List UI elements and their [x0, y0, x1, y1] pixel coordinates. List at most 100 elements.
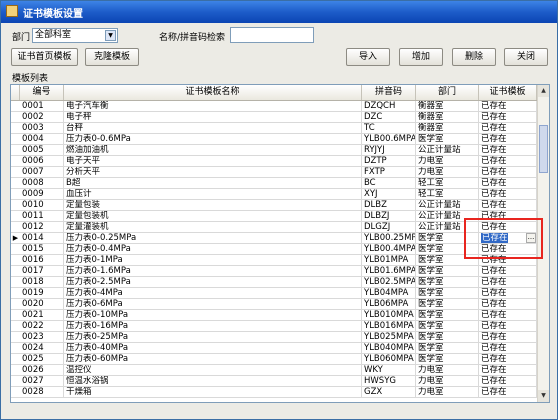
table-row[interactable]: 0012 定量灌装机 DLGZJ 公正计量站 已存在 — [11, 222, 537, 233]
cell-dept[interactable]: 力电室 — [416, 365, 479, 376]
cell-id[interactable]: 0017 — [20, 266, 64, 277]
cell-name[interactable]: B超 — [64, 178, 362, 189]
cell-id[interactable]: 0002 — [20, 112, 64, 123]
delete-button[interactable]: 删除 — [452, 48, 496, 66]
table-row[interactable]: 0025 压力表0-60MPa YLB060MPA 医学室 已存在 — [11, 354, 537, 365]
cell-name[interactable]: 燃油加油机 — [64, 145, 362, 156]
cell-template[interactable]: 已存在 — [479, 299, 537, 310]
cell-dept[interactable]: 医学室 — [416, 310, 479, 321]
cell-id[interactable]: 0021 — [20, 310, 64, 321]
cell-id[interactable]: 0010 — [20, 200, 64, 211]
cell-name[interactable]: 定量包装机 — [64, 211, 362, 222]
cell-template[interactable]: 已存在 — [479, 332, 537, 343]
cell-name[interactable]: 压力表0-60MPa — [64, 354, 362, 365]
import-button[interactable]: 导入 — [346, 48, 390, 66]
cover-template-button[interactable]: 证书首页模板 — [11, 48, 78, 66]
cell-id[interactable]: 0028 — [20, 387, 64, 398]
table-row[interactable]: 0028 干燥箱 GZX 力电室 已存在 — [11, 387, 537, 398]
cell-name[interactable]: 血压计 — [64, 189, 362, 200]
cell-template[interactable]: 已存在 — [479, 387, 537, 398]
cell-name[interactable]: 压力表0-25MPa — [64, 332, 362, 343]
table-row[interactable]: 0022 压力表0-16MPa YLB016MPA 医学室 已存在 — [11, 321, 537, 332]
cell-id[interactable]: 0011 — [20, 211, 64, 222]
cell-pinyin[interactable]: DZQCH — [362, 101, 416, 112]
cell-id[interactable]: 0026 — [20, 365, 64, 376]
table-row[interactable]: 0015 压力表0-0.4MPa YLB00.4MPA 医学室 已存在 — [11, 244, 537, 255]
cell-template[interactable]: 已存在 — [479, 123, 537, 134]
cell-name[interactable]: 压力表0-0.6MPa — [64, 134, 362, 145]
table-row[interactable]: 0018 压力表0-2.5MPa YLB02.5MPA 医学室 已存在 — [11, 277, 537, 288]
cell-id[interactable]: 0023 — [20, 332, 64, 343]
cell-name[interactable]: 压力表0-6MPa — [64, 299, 362, 310]
cell-pinyin[interactable]: RYJYJ — [362, 145, 416, 156]
cell-name[interactable]: 压力表0-16MPa — [64, 321, 362, 332]
table-row[interactable]: 0021 压力表0-10MPa YLB010MPA 医学室 已存在 — [11, 310, 537, 321]
header-template[interactable]: 证书模板 — [479, 85, 537, 100]
table-row[interactable]: 0016 压力表0-1MPa YLB01MPA 医学室 已存在 — [11, 255, 537, 266]
cell-template[interactable]: 已存在 — [479, 365, 537, 376]
cell-template[interactable]: 已存在 — [479, 343, 537, 354]
cell-pinyin[interactable]: DLBZJ — [362, 211, 416, 222]
cell-id[interactable]: 0001 — [20, 101, 64, 112]
cell-id[interactable]: 0005 — [20, 145, 64, 156]
close-button[interactable]: 关闭 — [504, 48, 548, 66]
cell-pinyin[interactable]: YLB025MPA — [362, 332, 416, 343]
table-row[interactable]: 0020 压力表0-6MPa YLB06MPA 医学室 已存在 — [11, 299, 537, 310]
cell-name[interactable]: 干燥箱 — [64, 387, 362, 398]
table-row[interactable]: 0026 温控仪 WKY 力电室 已存在 — [11, 365, 537, 376]
table-row[interactable]: 0006 电子天平 DZTP 力电室 已存在 — [11, 156, 537, 167]
table-row[interactable]: 0010 定量包装 DLBZ 公正计量站 已存在 — [11, 200, 537, 211]
cell-name[interactable]: 定量包装 — [64, 200, 362, 211]
cell-id[interactable]: 0027 — [20, 376, 64, 387]
cell-name[interactable]: 电子天平 — [64, 156, 362, 167]
cell-dept[interactable]: 轻工室 — [416, 178, 479, 189]
cell-name[interactable]: 电子秤 — [64, 112, 362, 123]
table-row[interactable]: 0027 恒温水浴锅 HWSYG 力电室 已存在 — [11, 376, 537, 387]
cell-name[interactable]: 压力表0-0.4MPa — [64, 244, 362, 255]
cell-dept[interactable]: 力电室 — [416, 387, 479, 398]
cell-template[interactable]: 已存在 — [479, 156, 537, 167]
cell-id[interactable]: 0007 — [20, 167, 64, 178]
table-row[interactable]: 0019 压力表0-4MPa YLB04MPA 医学室 已存在 — [11, 288, 537, 299]
cell-template[interactable]: 已存在 — [479, 376, 537, 387]
cell-pinyin[interactable]: GZX — [362, 387, 416, 398]
cell-id[interactable]: 0019 — [20, 288, 64, 299]
cell-name[interactable]: 压力表0-40MPa — [64, 343, 362, 354]
cell-dept[interactable]: 医学室 — [416, 266, 479, 277]
cell-name[interactable]: 压力表0-10MPa — [64, 310, 362, 321]
cell-dept[interactable]: 力电室 — [416, 167, 479, 178]
cell-template[interactable]: 已存在 — [479, 277, 537, 288]
cell-pinyin[interactable]: YLB01.6MPA — [362, 266, 416, 277]
cell-dept[interactable]: 医学室 — [416, 354, 479, 365]
cell-pinyin[interactable]: XYJ — [362, 189, 416, 200]
cell-template[interactable]: 已存在 — [479, 189, 537, 200]
cell-name[interactable]: 压力表0-2.5MPa — [64, 277, 362, 288]
cell-pinyin[interactable]: HWSYG — [362, 376, 416, 387]
cell-template[interactable]: 已存在 — [479, 321, 537, 332]
cell-dept[interactable]: 医学室 — [416, 299, 479, 310]
cell-template[interactable]: 已存在 — [479, 178, 537, 189]
cell-id[interactable]: 0014 — [20, 233, 64, 244]
cell-pinyin[interactable]: YLB04MPA — [362, 288, 416, 299]
cell-pinyin[interactable]: DLGZJ — [362, 222, 416, 233]
cell-template[interactable]: 已存在 — [479, 354, 537, 365]
search-input[interactable] — [230, 27, 314, 43]
cell-pinyin[interactable]: YLB02.5MPA — [362, 277, 416, 288]
cell-dept[interactable]: 医学室 — [416, 288, 479, 299]
table-row[interactable]: 0008 B超 BC 轻工室 已存在 — [11, 178, 537, 189]
cell-template[interactable]: 已存在 — [479, 145, 537, 156]
cell-id[interactable]: 0022 — [20, 321, 64, 332]
cell-pinyin[interactable]: DLBZ — [362, 200, 416, 211]
cell-pinyin[interactable]: YLB00.4MPA — [362, 244, 416, 255]
cell-name[interactable]: 温控仪 — [64, 365, 362, 376]
cell-template[interactable]: 已存在 — [479, 200, 537, 211]
cell-id[interactable]: 0009 — [20, 189, 64, 200]
cell-pinyin[interactable]: YLB00.25MP — [362, 233, 416, 244]
cell-template[interactable]: 已存在 — [479, 167, 537, 178]
scroll-thumb[interactable] — [539, 125, 548, 173]
header-dept[interactable]: 部门 — [416, 85, 479, 100]
cell-pinyin[interactable]: YLB040MPA — [362, 343, 416, 354]
cell-pinyin[interactable]: YLB00.6MPA — [362, 134, 416, 145]
cell-dept[interactable]: 衡器室 — [416, 101, 479, 112]
cell-pinyin[interactable]: TC — [362, 123, 416, 134]
